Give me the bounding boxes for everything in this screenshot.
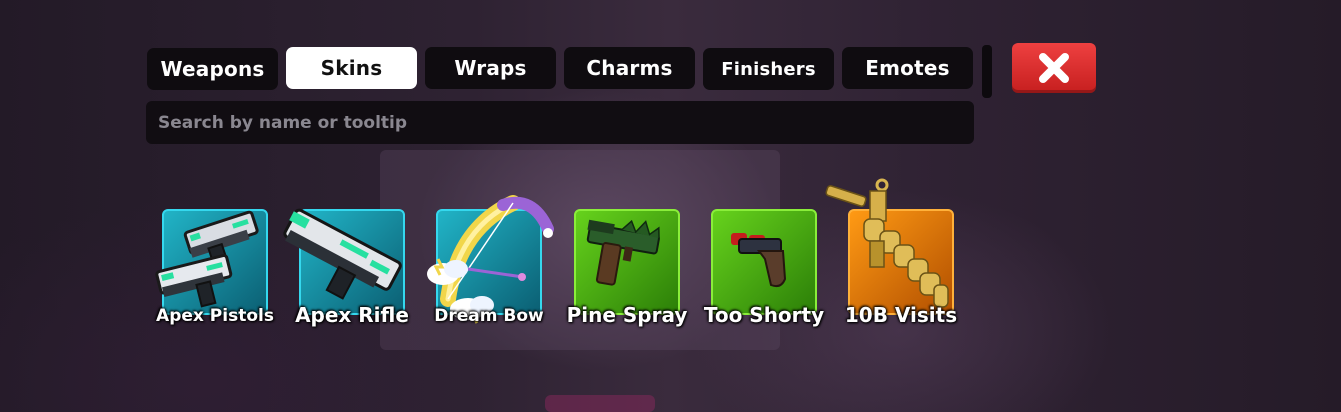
- tab-wraps[interactable]: Wraps: [425, 47, 556, 89]
- pine-spray-icon: [586, 219, 660, 286]
- tab-finishers[interactable]: Finishers: [703, 48, 834, 90]
- close-button[interactable]: [1012, 43, 1096, 93]
- tab-charms[interactable]: Charms: [564, 47, 695, 89]
- background-blur-accent: [545, 395, 655, 412]
- item-10b-visits[interactable]: 10B Visits: [825, 178, 957, 327]
- close-x-icon: [1039, 53, 1069, 83]
- 10b-visits-icon: [825, 178, 949, 308]
- item-too-shorty[interactable]: Too Shorty: [704, 209, 824, 327]
- tab-divider: [982, 45, 992, 98]
- item-pine-spray[interactable]: Pine Spray: [567, 209, 687, 327]
- tab-emotes[interactable]: Emotes: [842, 47, 973, 89]
- item-dream-bow[interactable]: Dream Bow: [427, 195, 554, 326]
- item-name: 10B Visits: [844, 303, 958, 327]
- search-input[interactable]: [146, 101, 974, 144]
- item-apex-rifle[interactable]: Apex Rifle: [283, 208, 409, 327]
- tab-weapons[interactable]: Weapons: [147, 48, 278, 90]
- apex-pistols-icon: [155, 210, 259, 308]
- apex-rifle-icon: [283, 208, 402, 300]
- tab-skins[interactable]: Skins: [286, 47, 417, 89]
- item-apex-pistols[interactable]: Apex Pistols: [155, 209, 274, 326]
- too-shorty-icon: [731, 233, 787, 288]
